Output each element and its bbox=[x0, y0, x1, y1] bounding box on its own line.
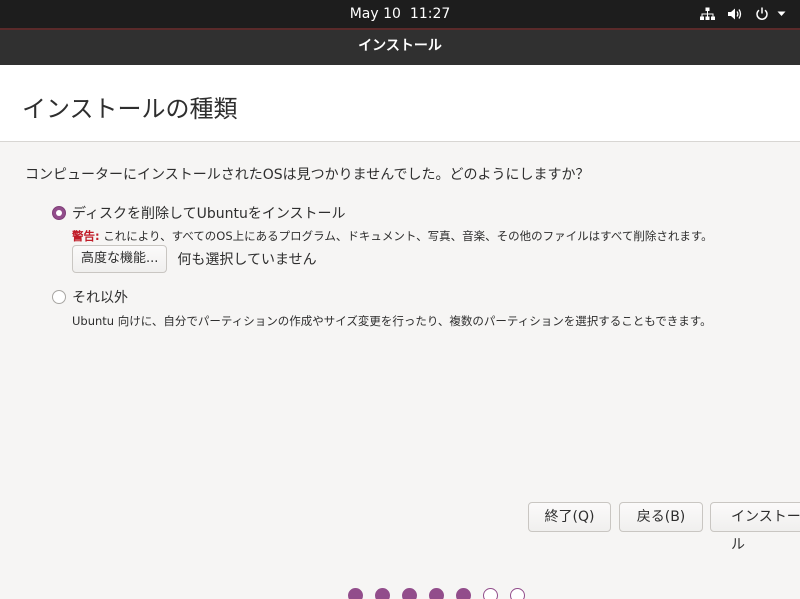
quit-button[interactable]: 終了(Q) bbox=[528, 502, 611, 532]
chevron-down-icon bbox=[777, 11, 786, 17]
something-else-option[interactable]: それ以外 bbox=[52, 287, 128, 307]
progress-dot bbox=[402, 588, 417, 599]
power-icon bbox=[755, 7, 769, 21]
erase-disk-radio[interactable] bbox=[52, 206, 66, 220]
erase-disk-option[interactable]: ディスクを削除してUbuntuをインストール bbox=[52, 203, 346, 223]
page-title: インストールの種類 bbox=[22, 95, 238, 123]
progress-dot bbox=[456, 588, 471, 599]
clock[interactable]: May 10 11:27 bbox=[0, 0, 800, 28]
volume-icon bbox=[727, 7, 743, 21]
something-else-description: Ubuntu 向けに、自分でパーティションの作成やサイズ変更を行ったり、複数のパ… bbox=[72, 314, 712, 328]
clock-date: May 10 bbox=[349, 6, 401, 22]
erase-disk-label: ディスクを削除してUbuntuをインストール bbox=[72, 206, 346, 222]
advanced-features-status: 何も選択していません bbox=[177, 252, 317, 268]
progress-dot bbox=[510, 588, 525, 599]
progress-dot bbox=[429, 588, 444, 599]
warning-label: 警告: bbox=[72, 229, 100, 243]
clock-time: 11:27 bbox=[409, 6, 451, 22]
warning-text: これにより、すべてのOS上にあるプログラム、ドキュメント、写真、音楽、その他のフ… bbox=[99, 229, 713, 243]
navigation-buttons: 終了(Q) 戻る(B) インストール bbox=[0, 502, 800, 553]
progress-dot bbox=[375, 588, 390, 599]
advanced-features-row: 高度な機能... 何も選択していません bbox=[72, 245, 317, 273]
back-button[interactable]: 戻る(B) bbox=[619, 502, 703, 532]
progress-dot bbox=[348, 588, 363, 599]
network-icon bbox=[700, 7, 715, 21]
window-titlebar[interactable]: インストール bbox=[0, 28, 800, 65]
window-title: インストール bbox=[358, 38, 442, 54]
progress-dot bbox=[483, 588, 498, 599]
installation-question: コンピューターにインストールされたOSは見つかりませんでした。どのようにしますか… bbox=[25, 167, 590, 183]
screen: May 10 11:27 インストール インストールの種類 コンピューターにイン… bbox=[0, 0, 800, 599]
install-now-button[interactable]: インストール bbox=[710, 502, 800, 553]
page-header: インストールの種類 bbox=[0, 65, 800, 142]
system-tray[interactable] bbox=[688, 0, 786, 28]
advanced-features-button[interactable]: 高度な機能... bbox=[72, 245, 168, 273]
erase-disk-warning: 警告: これにより、すべてのOS上にあるプログラム、ドキュメント、写真、音楽、そ… bbox=[72, 228, 713, 244]
top-bar: May 10 11:27 bbox=[0, 0, 800, 28]
something-else-radio[interactable] bbox=[52, 290, 66, 304]
something-else-label: それ以外 bbox=[72, 290, 128, 306]
progress-dots bbox=[348, 588, 537, 599]
